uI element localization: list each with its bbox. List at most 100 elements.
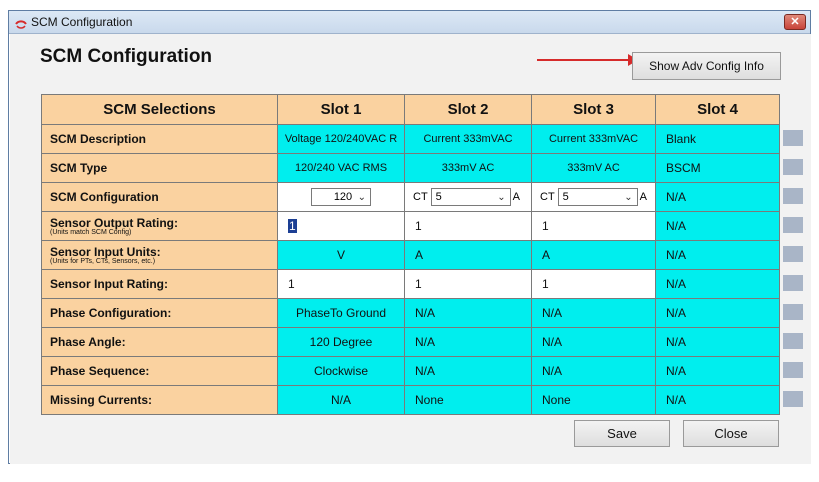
slot3-phase-angle: N/A (531, 327, 656, 357)
slot2-config-cell: CT 5 ⌄ A (404, 182, 532, 212)
table-header-row: SCM Selections Slot 1 Slot 2 Slot 3 Slot… (41, 94, 780, 125)
table-row-input-units: Sensor Input Units: (Units for PTs, CTs,… (41, 240, 780, 270)
row-label: SCM Configuration (41, 182, 278, 212)
slot1-config-cell: 120 ⌄ (277, 182, 405, 212)
slot3-input-rating-input[interactable]: 1 (531, 269, 656, 299)
slot2-phase-sequence: N/A (404, 356, 532, 386)
slot1-input-rating-input[interactable]: 1 (277, 269, 405, 299)
slot4-type: BSCM (655, 153, 780, 183)
slot1-phase-sequence: Clockwise (277, 356, 405, 386)
red-arrow-icon (537, 59, 633, 61)
title-bar[interactable]: SCM Configuration ✕ (9, 11, 810, 34)
close-button[interactable]: Close (683, 420, 779, 447)
header-slot-1: Slot 1 (277, 94, 405, 125)
slot1-description: Voltage 120/240VAC R (277, 124, 405, 154)
row-side-button[interactable] (783, 188, 803, 204)
table-row-input-rating: Sensor Input Rating: 1 1 1 N/A (41, 269, 780, 299)
table-row-phase-sequence: Phase Sequence: Clockwise N/A N/A N/A (41, 356, 780, 386)
select-value: 120 (333, 191, 353, 203)
table-row-type: SCM Type 120/240 VAC RMS 333mV AC 333mV … (41, 153, 780, 183)
scm-logo-icon (15, 20, 27, 29)
table-row-missing-currents: Missing Currents: N/A None None N/A (41, 385, 780, 415)
row-sublabel: (Units match SCM Config) (50, 229, 132, 236)
unit-suffix: A (512, 191, 521, 203)
slot1-config-select[interactable]: 120 ⌄ (311, 188, 371, 206)
table-row-configuration: SCM Configuration 120 ⌄ CT 5 ⌄ A CT 5 ⌄ … (41, 182, 780, 212)
row-side-button[interactable] (783, 391, 803, 407)
slot1-phase-angle: 120 Degree (277, 327, 405, 357)
slot3-output-rating-input[interactable]: 1 (531, 211, 656, 241)
ct-prefix: CT (540, 191, 555, 203)
slot3-phase-config: N/A (531, 298, 656, 328)
row-side-button[interactable] (783, 246, 803, 262)
slot1-output-rating-input[interactable]: 1 (277, 211, 405, 241)
row-label-cell: Sensor Input Units: (Units for PTs, CTs,… (41, 240, 278, 270)
table-row-description: SCM Description Voltage 120/240VAC R Cur… (41, 124, 780, 154)
slot2-description: Current 333mVAC (404, 124, 532, 154)
slot4-input-rating: N/A (655, 269, 780, 299)
slot1-type: 120/240 VAC RMS (277, 153, 405, 183)
slot1-missing-currents: N/A (277, 385, 405, 415)
header-slot-2: Slot 2 (404, 94, 532, 125)
slot2-phase-angle: N/A (404, 327, 532, 357)
slot3-config-select[interactable]: 5 ⌄ (557, 188, 638, 206)
slot2-type: 333mV AC (404, 153, 532, 183)
slot4-description: Blank (655, 124, 780, 154)
window-title: SCM Configuration (31, 15, 133, 29)
unit-suffix: A (639, 191, 648, 203)
row-label: Phase Angle: (41, 327, 278, 357)
slot3-phase-sequence: N/A (531, 356, 656, 386)
row-side-button[interactable] (783, 130, 803, 146)
slot4-config: N/A (655, 182, 780, 212)
slot3-input-units: A (531, 240, 656, 270)
chevron-down-icon: ⌄ (357, 192, 366, 203)
slot4-phase-angle: N/A (655, 327, 780, 357)
row-label: Sensor Input Rating: (41, 269, 278, 299)
select-value: 5 (562, 191, 569, 203)
row-label: Phase Sequence: (41, 356, 278, 386)
row-label: Phase Configuration: (41, 298, 278, 328)
select-value: 5 (435, 191, 442, 203)
slot3-config-cell: CT 5 ⌄ A (531, 182, 656, 212)
save-button[interactable]: Save (574, 420, 670, 447)
table-row-phase-angle: Phase Angle: 120 Degree N/A N/A N/A (41, 327, 780, 357)
show-adv-config-button[interactable]: Show Adv Config Info (632, 52, 781, 80)
ct-prefix: CT (413, 191, 428, 203)
row-side-button[interactable] (783, 304, 803, 320)
slot2-input-units: A (404, 240, 532, 270)
window-close-button[interactable]: ✕ (784, 14, 806, 30)
slot2-phase-config: N/A (404, 298, 532, 328)
slot4-phase-config: N/A (655, 298, 780, 328)
header-scm-selections: SCM Selections (41, 94, 278, 125)
scm-config-window: SCM Configuration ✕ SCM Configuration Sh… (8, 10, 811, 464)
row-label: Missing Currents: (41, 385, 278, 415)
slot4-output-rating: N/A (655, 211, 780, 241)
row-label: Sensor Input Units: (50, 245, 161, 259)
chevron-down-icon: ⌄ (497, 192, 506, 203)
row-side-button[interactable] (783, 275, 803, 291)
row-side-button[interactable] (783, 159, 803, 175)
row-label-cell: Sensor Output Rating: (Units match SCM C… (41, 211, 278, 241)
row-side-button[interactable] (783, 362, 803, 378)
row-sublabel: (Units for PTs, CTs, Sensors, etc.) (50, 258, 156, 265)
slot3-description: Current 333mVAC (531, 124, 656, 154)
slot2-config-select[interactable]: 5 ⌄ (430, 188, 511, 206)
row-label: SCM Description (41, 124, 278, 154)
chevron-down-icon: ⌄ (624, 192, 633, 203)
slot2-input-rating-input[interactable]: 1 (404, 269, 532, 299)
row-label: Sensor Output Rating: (50, 216, 178, 230)
scm-table: SCM Selections Slot 1 Slot 2 Slot 3 Slot… (41, 94, 780, 415)
slot1-input-units: V (277, 240, 405, 270)
table-row-output-rating: Sensor Output Rating: (Units match SCM C… (41, 211, 780, 241)
slot4-missing-currents: N/A (655, 385, 780, 415)
client-area: SCM Configuration Show Adv Config Info S… (10, 34, 811, 464)
row-side-button[interactable] (783, 333, 803, 349)
slot3-type: 333mV AC (531, 153, 656, 183)
header-slot-4: Slot 4 (655, 94, 780, 125)
header-slot-3: Slot 3 (531, 94, 656, 125)
slot3-missing-currents: None (531, 385, 656, 415)
row-side-button[interactable] (783, 217, 803, 233)
slot2-output-rating-input[interactable]: 1 (404, 211, 532, 241)
table-row-phase-config: Phase Configuration: PhaseTo Ground N/A … (41, 298, 780, 328)
selected-value: 1 (288, 219, 297, 233)
